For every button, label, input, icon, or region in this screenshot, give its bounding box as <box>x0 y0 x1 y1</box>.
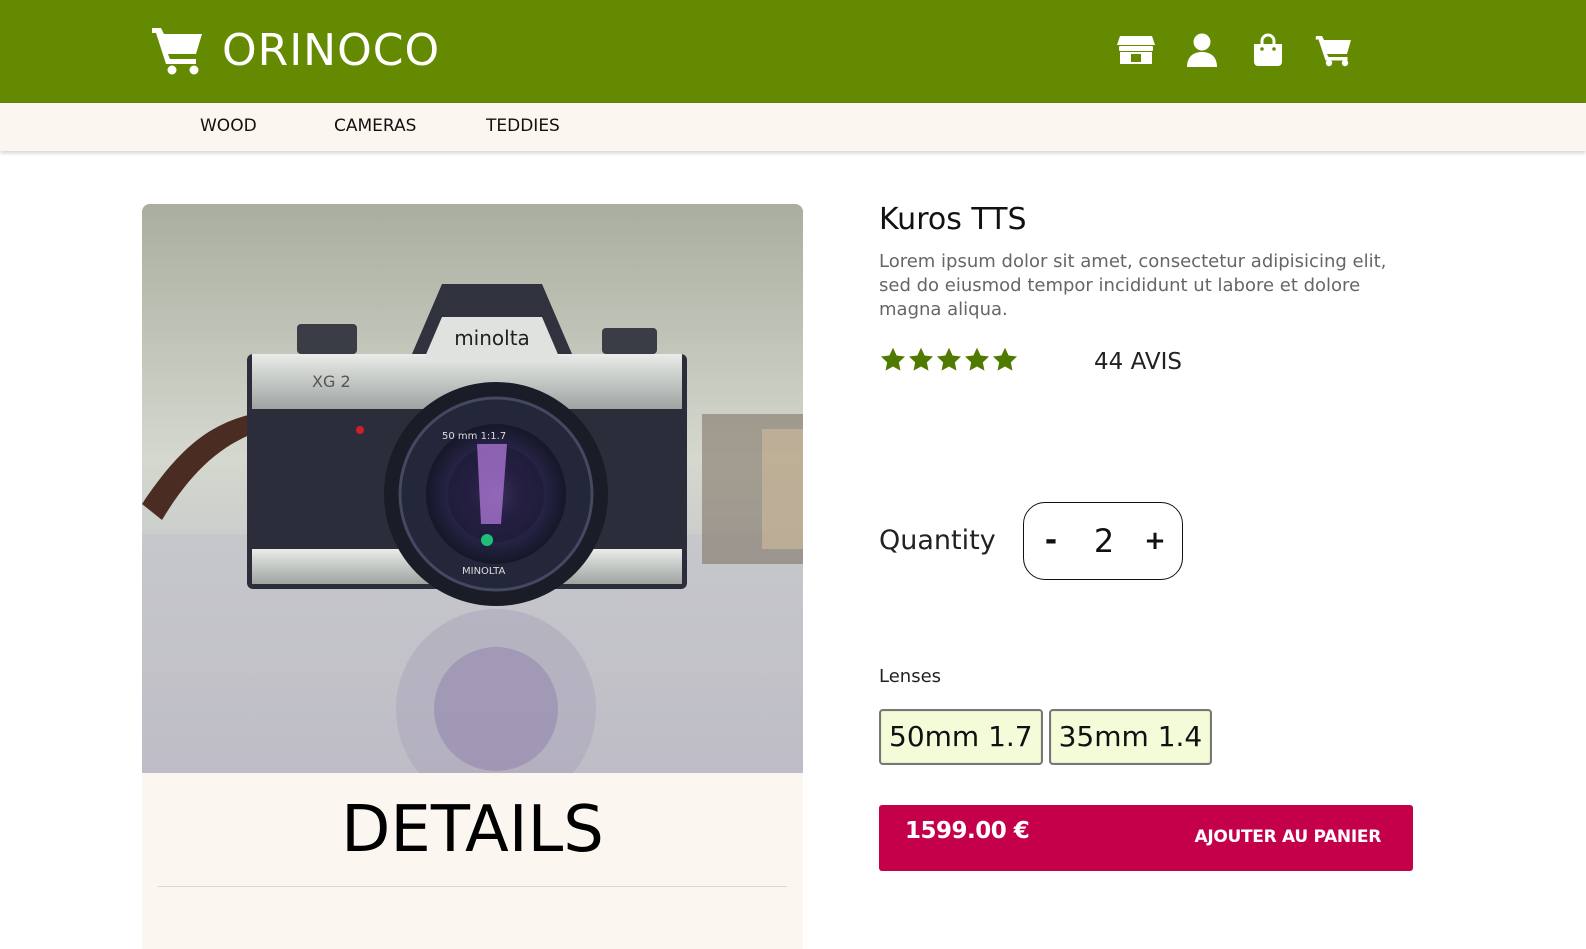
svg-text:XG 2: XG 2 <box>312 372 351 391</box>
svg-text:MINOLTA: MINOLTA <box>462 566 505 577</box>
star-icon <box>907 346 935 374</box>
review-count[interactable]: 44 AVIS <box>1094 349 1182 375</box>
star-icon <box>991 346 1019 374</box>
lenses-label: Lenses <box>879 666 942 687</box>
category-nav: WOOD CAMERAS TEDDIES <box>0 103 1586 151</box>
svg-text:50 mm 1:1.7: 50 mm 1:1.7 <box>442 431 506 442</box>
star-icon <box>963 346 991 374</box>
shop-icon[interactable] <box>1116 30 1156 70</box>
product-title: Kuros TTS <box>879 202 1027 237</box>
header-icons <box>1116 30 1380 70</box>
quantity-label: Quantity <box>879 525 996 556</box>
lens-options: 50mm 1.7 35mm 1.4 <box>879 709 1218 765</box>
nav-item-cameras[interactable]: CAMERAS <box>334 116 416 136</box>
cart-icon[interactable] <box>1314 30 1354 70</box>
star-icon <box>935 346 963 374</box>
lens-option-35mm[interactable]: 35mm 1.4 <box>1048 709 1213 765</box>
add-to-cart-button[interactable]: 1599.00 € AJOUTER AU PANIER <box>879 805 1413 871</box>
quantity-decrease-button[interactable]: - <box>1038 521 1064 561</box>
product-price: 1599.00 € <box>905 818 1030 844</box>
top-header: ORINOCO <box>0 0 1586 103</box>
nav-item-teddies[interactable]: TEDDIES <box>486 116 560 136</box>
svg-text:minolta: minolta <box>454 326 530 350</box>
quantity-increase-button[interactable]: + <box>1142 521 1168 561</box>
rating-stars <box>879 346 1019 374</box>
user-icon[interactable] <box>1182 30 1222 70</box>
star-icon <box>879 346 907 374</box>
divider <box>158 886 787 887</box>
quantity-stepper: - 2 + <box>1023 502 1183 580</box>
add-to-cart-label: AJOUTER AU PANIER <box>1194 827 1381 847</box>
lens-option-50mm[interactable]: 50mm 1.7 <box>879 709 1043 765</box>
product-image: minolta XG 2 50 mm 1:1.7 MINOLTA <box>142 204 803 773</box>
nav-item-wood[interactable]: WOOD <box>200 116 257 136</box>
quantity-value[interactable]: 2 <box>1084 521 1124 561</box>
brand-name: ORINOCO <box>222 24 441 76</box>
brand-logo[interactable]: ORINOCO <box>150 24 440 76</box>
shopping-bag-icon[interactable] <box>1248 30 1288 70</box>
details-section: DETAILS <box>142 773 803 949</box>
product-description: Lorem ipsum dolor sit amet, consectetur … <box>879 251 1387 320</box>
details-title: DETAILS <box>341 793 604 867</box>
cart-logo-icon <box>152 28 202 75</box>
